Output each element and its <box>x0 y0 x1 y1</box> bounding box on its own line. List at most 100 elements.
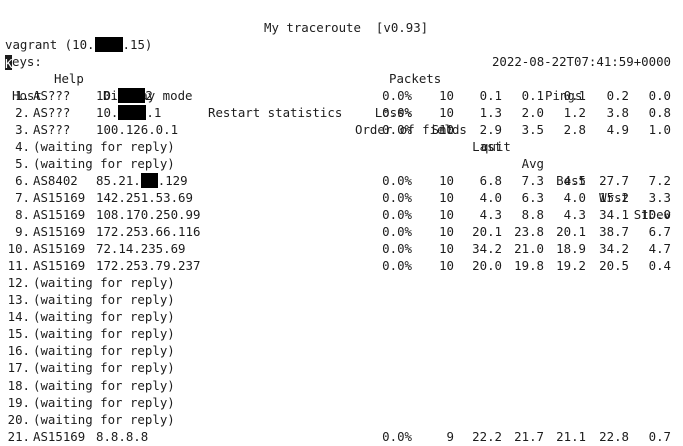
hop-asn: AS15169 <box>33 428 86 444</box>
stat-avg: 8.8 <box>521 207 544 223</box>
hop-number: 12. <box>7 275 30 291</box>
stat-avg: 21.0 <box>514 241 544 257</box>
hop-number: 11. <box>7 258 30 274</box>
hop-number: 6. <box>15 173 30 189</box>
stat-snt: 10 <box>439 122 454 138</box>
table-row: 4. (waiting for reply) <box>0 138 683 155</box>
table-row: 14. (waiting for reply) <box>0 308 683 325</box>
waiting-text: (waiting for reply) <box>33 309 175 325</box>
stat-snt: 10 <box>439 105 454 121</box>
hop-ip: 72.14.235.69 <box>96 241 186 257</box>
stat-snt: 10 <box>439 258 454 274</box>
table-row: 6. AS8402 85.21. .129 0.0% 10 6.8 7.3 4.5 27.7 7.2 <box>0 172 683 189</box>
stat-last: 22.2 <box>472 428 502 444</box>
hop-asn: AS8402 <box>33 173 78 189</box>
stat-best: 2.8 <box>563 122 586 138</box>
stat-snt: 10 <box>439 241 454 257</box>
stat-best: 20.1 <box>556 224 586 240</box>
redaction-block <box>140 173 158 189</box>
stat-snt: 9 <box>446 428 454 444</box>
hop-number: 17. <box>7 360 30 376</box>
stat-stdev: 0.4 <box>648 258 671 274</box>
stat-avg: 21.7 <box>514 428 544 444</box>
table-row: 10. AS15169 72.14.235.69 0.0% 10 34.2 21.0 18.9… <box>0 240 683 257</box>
stat-loss: 0.0% <box>382 207 412 223</box>
stat-avg: 23.8 <box>514 224 544 240</box>
stat-best: 19.2 <box>556 258 586 274</box>
hop-number: 19. <box>7 394 30 410</box>
waiting-text: (waiting for reply) <box>33 377 175 393</box>
hop-ip: 8.8.8.8 <box>96 428 149 444</box>
stat-stdev: 0.7 <box>648 428 671 444</box>
table-row: 2. AS??? 10. .1 0.0% 10 1.3 2.0 1.2 3.8 0.8 <box>0 104 683 121</box>
hop-number: 1. <box>15 88 30 103</box>
stat-best: 1.2 <box>563 105 586 121</box>
stat-snt: 10 <box>439 207 454 223</box>
stat-stdev: 0.0 <box>648 88 671 103</box>
stat-wrst: 27.7 <box>599 173 629 189</box>
hop-number: 10. <box>7 241 30 257</box>
stat-avg: 6.3 <box>521 190 544 206</box>
hop-number: 20. <box>7 411 30 427</box>
stat-loss: 0.0% <box>382 173 412 189</box>
group-header-line: Packets Pings <box>0 53 683 103</box>
stat-best: 4.3 <box>563 207 586 223</box>
hop-ip: 172.253.79.237 <box>96 258 201 274</box>
table-row: 8. AS15169 108.170.250.99 0.0% 10 4.3 8.8 4.3 34… <box>0 206 683 223</box>
stat-loss: 0.0% <box>382 258 412 274</box>
redaction-block <box>118 88 146 103</box>
table-row: 3. AS??? 100.126.0.1 0.0% 10 2.9 3.5 2.8 4.9 1.0 <box>0 121 683 138</box>
stat-stdev: 10.0 <box>641 207 671 223</box>
table-row: 12. (waiting for reply) <box>0 274 683 291</box>
keys-menu: Keys: Help Display mode Restart statisti… <box>0 36 683 154</box>
redaction-block <box>118 105 147 121</box>
stat-snt: 10 <box>439 224 454 240</box>
stat-wrst: 34.1 <box>599 207 629 223</box>
stat-stdev: 0.8 <box>648 105 671 121</box>
stat-stdev: 1.0 <box>648 122 671 138</box>
hop-ip-suffix: .129 <box>157 173 188 189</box>
waiting-text: (waiting for reply) <box>33 360 175 376</box>
host-line: vagrant (10. .15) 2022-08-22T07:41:59+000… <box>0 19 683 69</box>
stat-best: 0.1 <box>563 88 586 103</box>
hop-number: 8. <box>15 207 30 223</box>
hop-number: 16. <box>7 343 30 359</box>
stat-loss: 0.0% <box>382 241 412 257</box>
table-row: 1. AS??? 10. 2 0.0% 10 0.1 0.1 0.1 0.2 0.0 <box>0 87 683 104</box>
hop-ip: 172.253.66.116 <box>96 224 201 240</box>
hop-number: 18. <box>7 377 30 393</box>
stat-loss: 0.0% <box>382 190 412 206</box>
stat-last: 0.1 <box>479 88 502 103</box>
hop-number: 3. <box>15 122 30 138</box>
waiting-text: (waiting for reply) <box>33 343 175 359</box>
waiting-text: (waiting for reply) <box>33 275 175 291</box>
stat-loss: 0.0% <box>382 105 412 121</box>
hop-number: 21. <box>7 428 30 444</box>
stat-best: 21.1 <box>556 428 586 444</box>
stat-stdev: 7.2 <box>648 173 671 189</box>
stat-stdev: 6.7 <box>648 224 671 240</box>
stat-wrst: 4.9 <box>606 122 629 138</box>
stat-snt: 10 <box>439 190 454 206</box>
waiting-text: (waiting for reply) <box>33 394 175 410</box>
waiting-text: (waiting for reply) <box>33 411 175 427</box>
stat-stdev: 4.7 <box>648 241 671 257</box>
hop-ip-suffix: .1 <box>146 105 162 121</box>
stat-wrst: 38.7 <box>599 224 629 240</box>
stat-wrst: 15.2 <box>599 190 629 206</box>
stat-last: 2.9 <box>479 122 502 138</box>
stat-snt: 10 <box>439 173 454 189</box>
hop-asn: AS15169 <box>33 190 86 206</box>
stat-last: 20.0 <box>472 258 502 274</box>
stat-last: 1.3 <box>479 105 502 121</box>
table-row: 11. AS15169 172.253.79.237 0.0% 10 20.0 19.8 19… <box>0 257 683 274</box>
hop-asn: AS??? <box>33 105 71 121</box>
hop-asn: AS15169 <box>33 241 86 257</box>
table-row: 19. (waiting for reply) <box>0 394 683 411</box>
stat-wrst: 22.8 <box>599 428 629 444</box>
hop-ip: 10. .1 <box>96 104 161 121</box>
waiting-text: (waiting for reply) <box>33 156 175 172</box>
hop-number: 9. <box>15 224 30 240</box>
terminal-screen: My traceroute [v0.93] vagrant (10. .15) 2… <box>0 0 683 446</box>
waiting-text: (waiting for reply) <box>33 326 175 342</box>
